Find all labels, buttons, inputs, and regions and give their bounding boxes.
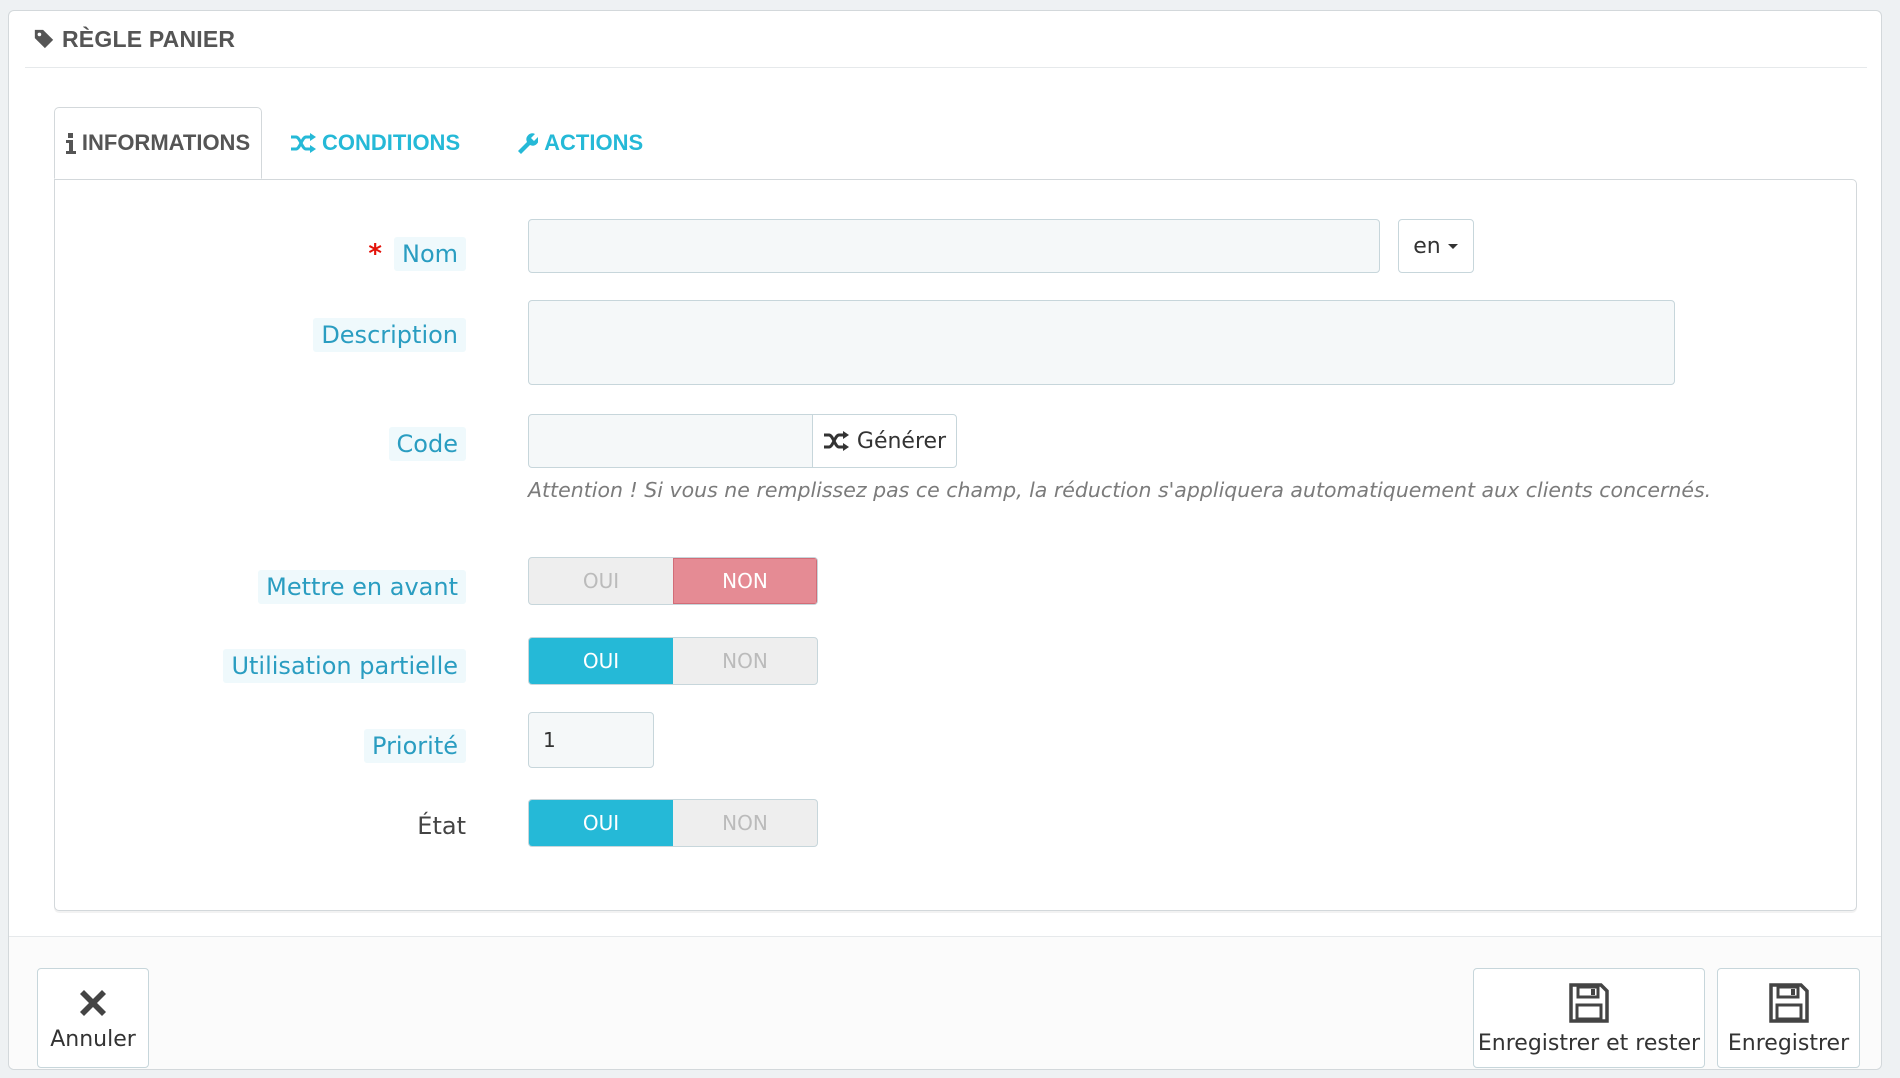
tab-informations-label: INFORMATIONS — [81, 130, 251, 155]
wrench-icon — [518, 133, 539, 154]
save-and-stay-label: Enregistrer et rester — [1477, 1030, 1701, 1056]
language-value: en — [1413, 233, 1441, 259]
status-label: État — [417, 812, 466, 840]
description-label-row: Description — [313, 308, 466, 362]
priority-label-row: Priorité — [364, 719, 466, 773]
panel-title: RÈGLE PANIER — [62, 25, 236, 52]
tab-actions[interactable]: ACTIONS — [488, 107, 671, 179]
code-help-text: Attention ! Si vous ne remplissez pas ce… — [528, 478, 1712, 502]
highlight-no-option[interactable]: NON — [673, 558, 817, 604]
cart-rule-panel: RÈGLE PANIER INFORMATIONS CONDITIONS ACT… — [8, 10, 1882, 1070]
name-input[interactable] — [528, 219, 1380, 273]
panel-heading: RÈGLE PANIER — [25, 11, 1867, 68]
tab-bar: INFORMATIONS CONDITIONS ACTIONS — [54, 107, 671, 179]
code-label: Code — [388, 427, 466, 461]
save-icon — [1569, 982, 1609, 1023]
save-and-stay-button[interactable]: Enregistrer et rester — [1473, 968, 1705, 1068]
partial-use-label: Utilisation partielle — [223, 649, 466, 683]
tab-content-informations: * Nom en Description Code Générer Attent… — [54, 179, 1857, 911]
partial-use-yes-option[interactable]: OUI — [529, 638, 673, 684]
language-dropdown[interactable]: en — [1398, 219, 1474, 273]
shuffle-icon — [291, 133, 316, 153]
name-label: Nom — [393, 237, 466, 271]
save-icon — [1768, 982, 1809, 1023]
generate-code-button[interactable]: Générer — [812, 414, 957, 468]
partial-use-switch[interactable]: OUI NON — [528, 637, 818, 685]
tab-actions-label: ACTIONS — [544, 130, 644, 155]
info-icon — [65, 133, 76, 154]
shuffle-icon — [823, 431, 849, 451]
status-switch[interactable]: OUI NON — [528, 799, 818, 847]
caret-down-icon — [1447, 244, 1458, 249]
cancel-label: Annuler — [50, 1026, 136, 1052]
status-no-option[interactable]: NON — [673, 800, 817, 846]
description-textarea[interactable] — [528, 300, 1675, 385]
description-label: Description — [313, 318, 466, 352]
highlight-switch[interactable]: OUI NON — [528, 557, 818, 605]
close-icon — [80, 989, 106, 1016]
tab-informations[interactable]: INFORMATIONS — [54, 107, 262, 179]
code-label-row: Code — [388, 417, 466, 471]
partial-use-no-option[interactable]: NON — [673, 638, 817, 684]
tab-conditions-label: CONDITIONS — [322, 130, 461, 155]
highlight-label: Mettre en avant — [258, 570, 466, 604]
priority-input[interactable]: 1 — [528, 712, 654, 768]
status-yes-option[interactable]: OUI — [529, 800, 673, 846]
generate-code-label: Générer — [856, 428, 947, 454]
partial-use-label-row: Utilisation partielle — [223, 639, 466, 693]
save-button[interactable]: Enregistrer — [1717, 968, 1860, 1068]
save-label: Enregistrer — [1727, 1030, 1850, 1056]
priority-label: Priorité — [364, 729, 466, 763]
panel-footer: Annuler Enregistrer et rester Enregistre… — [9, 936, 1881, 1069]
name-label-row: * Nom — [368, 227, 466, 281]
highlight-yes-option[interactable]: OUI — [529, 558, 673, 604]
tag-icon — [34, 29, 54, 49]
status-label-row: État — [417, 799, 466, 853]
required-mark: * — [368, 239, 382, 269]
cancel-button[interactable]: Annuler — [37, 968, 149, 1068]
tab-conditions[interactable]: CONDITIONS — [262, 107, 488, 179]
code-input[interactable] — [528, 414, 813, 468]
highlight-label-row: Mettre en avant — [258, 560, 466, 614]
